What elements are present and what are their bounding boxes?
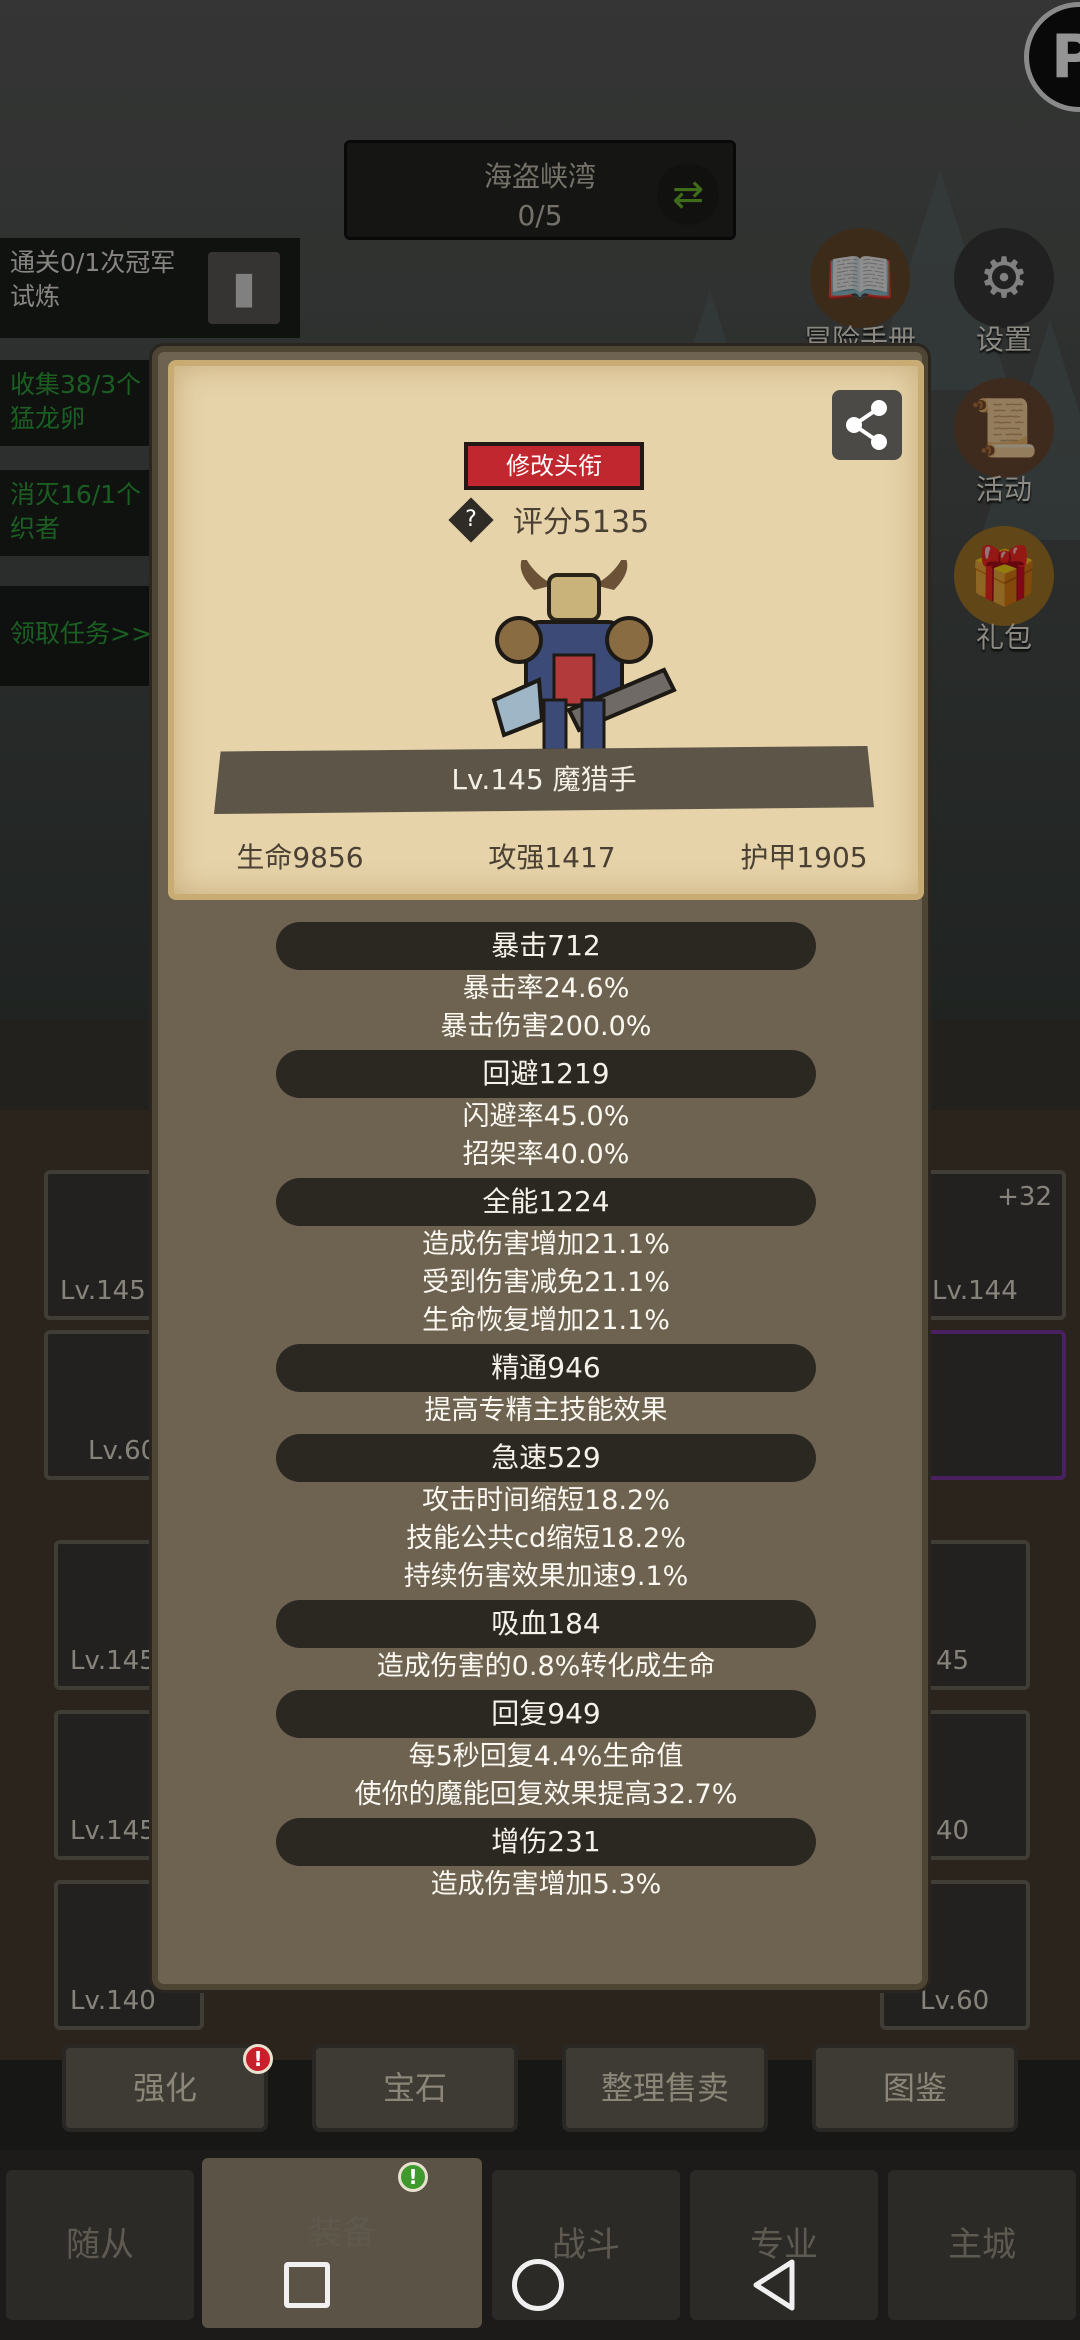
stat-group-leech: 吸血184 造成伤害的0.8%转化成生命 [158, 1600, 934, 1686]
base-stats: 生命9856 攻强1417 护甲1905 [174, 826, 930, 886]
stat-header: 暴击712 [276, 922, 816, 970]
system-nav-bar [0, 2230, 1080, 2340]
stat-group-damage-bonus: 增伤231 造成伤害增加5.3% [158, 1818, 934, 1904]
score-row: ? 评分5135 [174, 496, 930, 548]
stat-attack-power: 攻强1417 [488, 841, 616, 874]
codex-button[interactable]: 图鉴 [812, 2044, 1018, 2132]
stat-group-avoidance: 回避1219 闪避率45.0% 招架率40.0% [158, 1050, 934, 1174]
sort-sell-label: 整理售卖 [600, 2069, 729, 2107]
enhance-button[interactable]: 强化 [62, 2044, 268, 2132]
character-name-banner: Lv.145 魔猎手 [214, 746, 874, 814]
stat-header: 急速529 [276, 1434, 816, 1482]
stat-header: 精通946 [276, 1344, 816, 1392]
stat-line: 招架率40.0% [462, 1139, 630, 1170]
stat-line: 提高专精主技能效果 [424, 1395, 668, 1426]
stat-line: 闪避率45.0% [462, 1101, 630, 1132]
change-title-button[interactable]: 修改头衔 [464, 442, 644, 490]
enhance-label: 强化 [132, 2069, 197, 2107]
stat-hp: 生命9856 [236, 841, 364, 874]
stat-line: 造成伤害增加21.1% [422, 1229, 670, 1260]
alert-badge-icon: ! [243, 2044, 273, 2074]
recent-apps-icon[interactable] [272, 2250, 342, 2320]
gem-label: 宝石 [382, 2069, 447, 2107]
stat-line: 暴击率24.6% [462, 973, 630, 1004]
stat-line: 暴击伤害200.0% [440, 1011, 652, 1042]
stat-header: 回避1219 [276, 1050, 816, 1098]
character-card: 修改头衔 ? 评分5135 Lv.145 魔猎手 生命9856 攻强1417 护甲… [168, 360, 924, 900]
stat-group-mastery: 精通946 提高专精主技能效果 [158, 1344, 934, 1430]
score-value: 评分5135 [512, 505, 650, 540]
stat-header: 全能1224 [276, 1178, 816, 1226]
stat-group-regen: 回复949 每5秒回复4.4%生命值 使你的魔能回复效果提高32.7% [158, 1690, 934, 1814]
stat-line: 生命恢复增加21.1% [422, 1305, 670, 1336]
home-icon[interactable] [503, 2250, 573, 2320]
stat-line: 造成伤害的0.8%转化成生命 [376, 1651, 716, 1682]
stat-group-versatility: 全能1224 造成伤害增加21.1% 受到伤害减免21.1% 生命恢复增加21.… [158, 1178, 934, 1340]
character-stats-popup: 修改头衔 ? 评分5135 Lv.145 魔猎手 生命9856 攻强1417 护甲… [152, 346, 928, 1990]
sort-sell-button[interactable]: 整理售卖 [562, 2044, 768, 2132]
stat-line: 攻击时间缩短18.2% [422, 1485, 670, 1516]
change-title-label: 修改头衔 [506, 452, 602, 480]
stat-line: 使你的魔能回复效果提高32.7% [354, 1779, 738, 1810]
stat-group-haste: 急速529 攻击时间缩短18.2% 技能公共cd缩短18.2% 持续伤害效果加速… [158, 1434, 934, 1596]
codex-label: 图鉴 [882, 2069, 947, 2107]
stat-line: 每5秒回复4.4%生命值 [408, 1741, 684, 1772]
stat-line: 技能公共cd缩短18.2% [406, 1523, 686, 1554]
secondary-stats-list: 暴击712 暴击率24.6% 暴击伤害200.0% 回避1219 闪避率45.0… [158, 922, 934, 1908]
share-button[interactable] [832, 390, 902, 460]
stat-armor: 护甲1905 [740, 841, 868, 874]
stat-header: 吸血184 [276, 1600, 816, 1648]
character-portrait [491, 560, 677, 752]
alert-badge-icon: ! [398, 2162, 428, 2192]
stat-header: 回复949 [276, 1690, 816, 1738]
share-icon [846, 400, 887, 450]
stat-header: 增伤231 [276, 1818, 816, 1866]
stat-line: 受到伤害减免21.1% [422, 1267, 670, 1298]
back-icon[interactable] [740, 2250, 810, 2320]
stat-line: 持续伤害效果加速9.1% [403, 1561, 689, 1592]
stat-group-crit: 暴击712 暴击率24.6% 暴击伤害200.0% [158, 922, 934, 1046]
gem-button[interactable]: 宝石 [312, 2044, 518, 2132]
help-icon[interactable]: ? [448, 496, 494, 543]
stat-line: 造成伤害增加5.3% [430, 1869, 662, 1900]
character-name: Lv.145 魔猎手 [451, 763, 637, 796]
